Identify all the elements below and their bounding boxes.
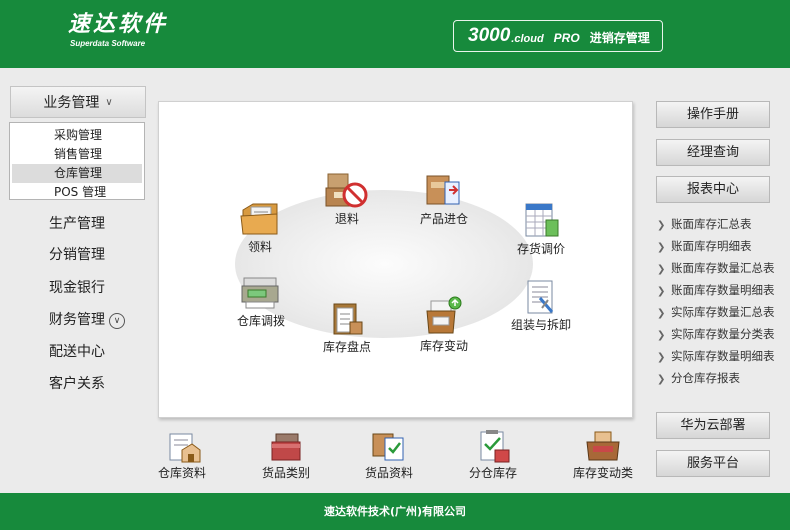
node-return-material-label: 退料 <box>334 212 359 226</box>
report-link[interactable]: ❯ 实际库存数量分类表 <box>657 326 775 342</box>
node-requisition-label: 领料 <box>247 240 272 254</box>
transfer-printer-icon <box>241 277 279 309</box>
bottom-warehouse-info-label: 仓库资料 <box>157 466 206 480</box>
product-cloud: .cloud <box>511 32 544 45</box>
stock-change-icon <box>426 296 462 334</box>
nav-item-delivery[interactable]: 配送中心 <box>49 342 105 362</box>
product-in-icon <box>426 175 460 205</box>
bottom-goods-info[interactable]: 货品资料 <box>359 430 419 481</box>
product-number: 3000 <box>468 25 511 46</box>
chevron-right-icon: ❯ <box>657 286 666 297</box>
node-price-adjust[interactable]: 存货调价 <box>511 200 571 257</box>
node-transfer-label: 仓库调拨 <box>236 314 285 328</box>
app-header: 速达软件 Superdata Software 3000 .cloud PRO … <box>0 0 790 68</box>
node-requisition[interactable]: 领料 <box>235 198 285 255</box>
node-inventory-count[interactable]: 库存盘点 <box>317 300 377 355</box>
submenu-business: 采购管理 销售管理 仓库管理 POS 管理 <box>9 122 145 200</box>
chevron-right-icon: ❯ <box>657 330 666 341</box>
stock-change-type-icon <box>586 431 620 461</box>
node-transfer[interactable]: 仓库调拨 <box>231 274 291 329</box>
submenu-item-pos[interactable]: POS 管理 <box>12 183 142 202</box>
chevron-right-icon: ❯ <box>657 374 666 385</box>
manager-query-button[interactable]: 经理查询 <box>656 139 770 166</box>
report-link-label: 账面库存数量明细表 <box>671 283 775 297</box>
goods-category-icon <box>271 433 301 461</box>
branch-stock-icon <box>480 430 510 463</box>
product-title: 进销存管理 <box>589 30 650 45</box>
report-link-label: 实际库存数量明细表 <box>671 349 775 363</box>
node-assembly[interactable]: 组装与拆卸 <box>507 278 575 333</box>
report-link-label: 实际库存数量分类表 <box>671 327 775 341</box>
service-platform-button[interactable]: 服务平台 <box>656 450 770 477</box>
report-link-label: 账面库存数量汇总表 <box>671 261 775 275</box>
report-link-label: 账面库存汇总表 <box>671 217 752 231</box>
circle-chevron-down-icon: ∨ <box>109 313 125 329</box>
footer-company: 速达软件技术(广州)有限公司 <box>323 505 467 518</box>
bottom-branch-stock-label: 分仓库存 <box>468 466 517 480</box>
bottom-goods-category-label: 货品类别 <box>261 466 310 480</box>
company-logo: 速达软件 Superdata Software <box>68 12 168 48</box>
node-inventory-count-label: 库存盘点 <box>322 340 371 354</box>
report-link[interactable]: ❯ 账面库存数量汇总表 <box>657 260 775 276</box>
report-link-label: 分仓库存报表 <box>671 371 740 385</box>
report-link[interactable]: ❯ 实际库存数量明细表 <box>657 348 775 364</box>
submenu-item-sales[interactable]: 销售管理 <box>12 145 142 164</box>
nav-item-finance-label: 财务管理 <box>49 312 105 328</box>
bottom-branch-stock[interactable]: 分仓库存 <box>463 430 523 481</box>
chevron-right-icon: ❯ <box>657 352 666 363</box>
goods-info-icon <box>372 433 404 461</box>
nav-item-crm[interactable]: 客户关系 <box>49 374 105 394</box>
node-stock-change[interactable]: 库存变动 <box>414 295 474 354</box>
nav-item-production[interactable]: 生产管理 <box>49 214 105 234</box>
report-link[interactable]: ❯ 实际库存数量汇总表 <box>657 304 775 320</box>
workflow-panel: 退料 产品进仓 领料 存货调价 仓库调拨 库存盘点 库存变动 组装与拆卸 <box>158 101 633 418</box>
report-link[interactable]: ❯ 账面库存明细表 <box>657 238 752 254</box>
return-material-icon <box>325 173 368 208</box>
chevron-right-icon: ❯ <box>657 308 666 319</box>
warehouse-info-icon <box>169 433 201 463</box>
app-footer: 速达软件技术(广州)有限公司 <box>0 493 790 530</box>
nav-group-label: 业务管理 <box>43 95 100 111</box>
nav-item-finance[interactable]: 财务管理 ∨ <box>49 310 125 330</box>
node-price-adjust-label: 存货调价 <box>516 242 565 256</box>
nav-item-cash-bank[interactable]: 现金银行 <box>49 278 105 298</box>
nav-group-business[interactable]: 业务管理 ∨ <box>10 86 146 118</box>
bottom-warehouse-info[interactable]: 仓库资料 <box>152 430 212 481</box>
nav-item-distribution[interactable]: 分销管理 <box>49 245 105 265</box>
clipboard-icon <box>333 303 363 335</box>
node-return-material[interactable]: 退料 <box>319 172 375 227</box>
logo-text-cn: 速达软件 <box>68 12 169 37</box>
report-link[interactable]: ❯ 账面库存汇总表 <box>657 216 752 232</box>
assembly-icon <box>527 280 554 314</box>
report-link-label: 账面库存明细表 <box>671 239 752 253</box>
bottom-stock-change-type[interactable]: 库存变动类 <box>568 430 638 481</box>
report-link-label: 实际库存数量汇总表 <box>671 305 775 319</box>
bottom-stock-change-type-label: 库存变动类 <box>572 466 633 480</box>
submenu-item-warehouse[interactable]: 仓库管理 <box>12 164 142 183</box>
node-product-in[interactable]: 产品进仓 <box>414 172 474 227</box>
spreadsheet-icon <box>525 203 559 237</box>
node-product-in-label: 产品进仓 <box>419 212 468 226</box>
manual-button[interactable]: 操作手册 <box>656 101 770 128</box>
bottom-goods-info-label: 货品资料 <box>364 466 413 480</box>
submenu-item-purchase[interactable]: 采购管理 <box>12 126 142 145</box>
report-link[interactable]: ❯ 分仓库存报表 <box>657 370 740 386</box>
product-badge: 3000 .cloud PRO 进销存管理 <box>453 20 663 52</box>
double-chevron-down-icon: ∨ <box>105 96 113 108</box>
report-link[interactable]: ❯ 账面库存数量明细表 <box>657 282 775 298</box>
bottom-goods-category[interactable]: 货品类别 <box>256 430 316 481</box>
chevron-right-icon: ❯ <box>657 242 666 253</box>
node-assembly-label: 组装与拆卸 <box>510 318 571 332</box>
report-center-button[interactable]: 报表中心 <box>656 176 770 203</box>
node-stock-change-label: 库存变动 <box>419 339 468 353</box>
folder-docs-icon <box>240 203 278 235</box>
huawei-cloud-button[interactable]: 华为云部署 <box>656 412 770 439</box>
logo-text-en: Superdata Software <box>70 39 146 48</box>
product-edition: PRO <box>553 30 580 45</box>
chevron-right-icon: ❯ <box>657 220 666 231</box>
chevron-right-icon: ❯ <box>657 264 666 275</box>
